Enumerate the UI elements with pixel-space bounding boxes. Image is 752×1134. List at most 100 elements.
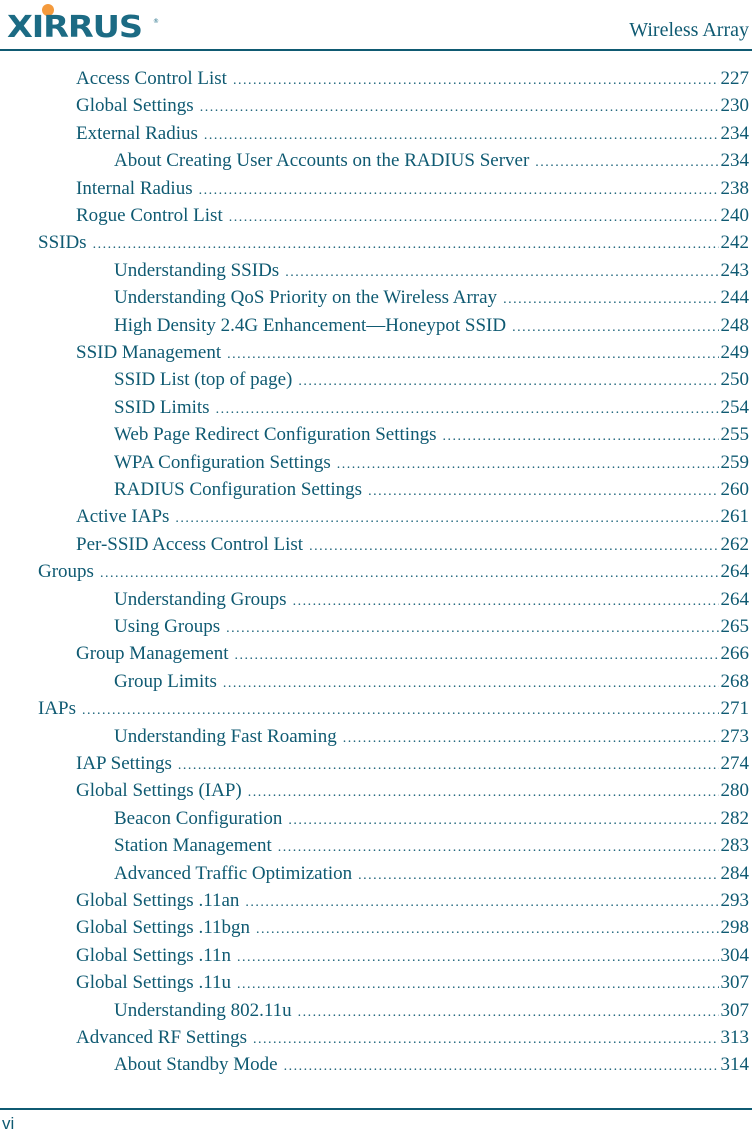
- toc-entry[interactable]: Groups 264: [38, 559, 749, 585]
- toc-entry[interactable]: Global Settings .11an 293: [76, 888, 749, 914]
- toc-entry-page-number[interactable]: 280: [719, 778, 750, 804]
- toc-entry-title[interactable]: Advanced RF Settings: [76, 1025, 253, 1051]
- toc-entry-title[interactable]: High Density 2.4G Enhancement—Honeypot S…: [114, 313, 512, 339]
- toc-entry-title[interactable]: SSID Management: [76, 340, 227, 366]
- toc-entry-page-number[interactable]: 314: [719, 1052, 750, 1078]
- toc-entry-page-number[interactable]: 264: [719, 559, 750, 585]
- toc-entry[interactable]: Access Control List 227: [76, 66, 749, 92]
- toc-entry-page-number[interactable]: 282: [719, 806, 750, 832]
- toc-entry[interactable]: Global Settings .11n 304: [76, 943, 749, 969]
- toc-entry-page-number[interactable]: 271: [719, 696, 750, 722]
- toc-entry-title[interactable]: Web Page Redirect Configuration Settings: [114, 422, 442, 448]
- toc-entry-title[interactable]: SSIDs: [38, 230, 93, 256]
- toc-entry-title[interactable]: About Creating User Accounts on the RADI…: [114, 148, 535, 174]
- toc-entry-title[interactable]: WPA Configuration Settings: [114, 450, 337, 476]
- toc-entry-page-number[interactable]: 274: [719, 751, 750, 777]
- toc-entry-page-number[interactable]: 268: [719, 669, 750, 695]
- toc-entry-title[interactable]: Access Control List: [76, 66, 233, 92]
- toc-entry-title[interactable]: Global Settings (IAP): [76, 778, 248, 804]
- toc-entry-title[interactable]: Group Limits: [114, 669, 223, 695]
- toc-entry-title[interactable]: IAPs: [38, 696, 82, 722]
- toc-entry-title[interactable]: Station Management: [114, 833, 278, 859]
- toc-entry[interactable]: IAP Settings 274: [76, 751, 749, 777]
- toc-entry[interactable]: External Radius 234: [76, 121, 749, 147]
- toc-entry[interactable]: Advanced Traffic Optimization 284: [114, 861, 749, 887]
- toc-entry-title[interactable]: SSID List (top of page): [114, 367, 298, 393]
- toc-entry-page-number[interactable]: 313: [719, 1025, 750, 1051]
- toc-entry-title[interactable]: Per-SSID Access Control List: [76, 532, 309, 558]
- toc-entry-page-number[interactable]: 266: [719, 641, 750, 667]
- toc-entry-title[interactable]: Understanding 802.11u: [114, 998, 298, 1024]
- toc-entry[interactable]: Understanding SSIDs 243: [114, 258, 749, 284]
- toc-entry[interactable]: Per-SSID Access Control List 262: [76, 532, 749, 558]
- toc-entry-title[interactable]: About Standby Mode: [114, 1052, 284, 1078]
- toc-entry[interactable]: RADIUS Configuration Settings 260: [114, 477, 749, 503]
- toc-entry-page-number[interactable]: 240: [719, 203, 750, 229]
- toc-entry-title[interactable]: SSID Limits: [114, 395, 216, 421]
- toc-entry[interactable]: SSID Management 249: [76, 340, 749, 366]
- toc-entry[interactable]: Global Settings .11u 307: [76, 970, 749, 996]
- toc-entry-page-number[interactable]: 284: [719, 861, 750, 887]
- toc-entry[interactable]: Understanding QoS Priority on the Wirele…: [114, 285, 749, 311]
- toc-entry[interactable]: Understanding Groups 264: [114, 587, 749, 613]
- toc-entry-page-number[interactable]: 307: [719, 970, 750, 996]
- toc-entry-page-number[interactable]: 227: [719, 66, 750, 92]
- toc-entry[interactable]: Understanding Fast Roaming 273: [114, 724, 749, 750]
- toc-entry-page-number[interactable]: 304: [719, 943, 750, 969]
- toc-entry-page-number[interactable]: 260: [719, 477, 750, 503]
- toc-entry-title[interactable]: Global Settings .11n: [76, 943, 237, 969]
- toc-entry-page-number[interactable]: 242: [719, 230, 750, 256]
- toc-entry-page-number[interactable]: 244: [719, 285, 750, 311]
- toc-entry-title[interactable]: Rogue Control List: [76, 203, 229, 229]
- toc-entry[interactable]: Internal Radius 238: [76, 176, 749, 202]
- toc-entry-page-number[interactable]: 234: [719, 121, 750, 147]
- toc-entry[interactable]: Beacon Configuration 282: [114, 806, 749, 832]
- toc-entry[interactable]: About Standby Mode 314: [114, 1052, 749, 1078]
- toc-entry-page-number[interactable]: 230: [719, 93, 750, 119]
- toc-entry-title[interactable]: Global Settings .11an: [76, 888, 245, 914]
- toc-entry-title[interactable]: Active IAPs: [76, 504, 175, 530]
- toc-entry[interactable]: Station Management 283: [114, 833, 749, 859]
- toc-entry-title[interactable]: IAP Settings: [76, 751, 178, 777]
- toc-entry-page-number[interactable]: 307: [719, 998, 750, 1024]
- toc-entry[interactable]: Group Management 266: [76, 641, 749, 667]
- toc-entry-page-number[interactable]: 243: [719, 258, 750, 284]
- toc-entry[interactable]: SSID List (top of page) 250: [114, 367, 749, 393]
- toc-entry[interactable]: Rogue Control List 240: [76, 203, 749, 229]
- toc-entry-title[interactable]: Understanding QoS Priority on the Wirele…: [114, 285, 503, 311]
- toc-entry[interactable]: Active IAPs 261: [76, 504, 749, 530]
- toc-entry[interactable]: Advanced RF Settings 313: [76, 1025, 749, 1051]
- toc-entry-page-number[interactable]: 255: [719, 422, 750, 448]
- toc-entry-title[interactable]: Beacon Configuration: [114, 806, 288, 832]
- toc-entry-title[interactable]: Groups: [38, 559, 100, 585]
- toc-entry-title[interactable]: Global Settings .11bgn: [76, 915, 256, 941]
- toc-entry-page-number[interactable]: 262: [719, 532, 750, 558]
- toc-entry-page-number[interactable]: 283: [719, 833, 750, 859]
- toc-entry[interactable]: Global Settings .11bgn 298: [76, 915, 749, 941]
- toc-entry-page-number[interactable]: 250: [719, 367, 750, 393]
- toc-entry[interactable]: SSID Limits 254: [114, 395, 749, 421]
- toc-entry-title[interactable]: Group Management: [76, 641, 234, 667]
- toc-entry[interactable]: Global Settings 230: [76, 93, 749, 119]
- toc-entry-title[interactable]: Advanced Traffic Optimization: [114, 861, 358, 887]
- toc-entry[interactable]: Web Page Redirect Configuration Settings…: [114, 422, 749, 448]
- toc-entry-page-number[interactable]: 249: [719, 340, 750, 366]
- toc-entry-title[interactable]: Global Settings .11u: [76, 970, 237, 996]
- toc-entry-page-number[interactable]: 248: [719, 313, 750, 339]
- toc-entry-page-number[interactable]: 238: [719, 176, 750, 202]
- toc-entry-title[interactable]: Understanding Fast Roaming: [114, 724, 343, 750]
- toc-entry-title[interactable]: Global Settings: [76, 93, 200, 119]
- toc-entry-page-number[interactable]: 254: [719, 395, 750, 421]
- toc-entry-page-number[interactable]: 234: [719, 148, 750, 174]
- toc-entry-page-number[interactable]: 298: [719, 915, 750, 941]
- toc-entry-title[interactable]: Using Groups: [114, 614, 226, 640]
- toc-entry-title[interactable]: Understanding Groups: [114, 587, 293, 613]
- toc-entry-title[interactable]: External Radius: [76, 121, 204, 147]
- toc-entry[interactable]: High Density 2.4G Enhancement—Honeypot S…: [114, 313, 749, 339]
- toc-entry[interactable]: IAPs 271: [38, 696, 749, 722]
- toc-entry-page-number[interactable]: 265: [719, 614, 750, 640]
- toc-entry-page-number[interactable]: 264: [719, 587, 750, 613]
- toc-entry-page-number[interactable]: 259: [719, 450, 750, 476]
- toc-entry-page-number[interactable]: 293: [719, 888, 750, 914]
- toc-entry[interactable]: WPA Configuration Settings 259: [114, 450, 749, 476]
